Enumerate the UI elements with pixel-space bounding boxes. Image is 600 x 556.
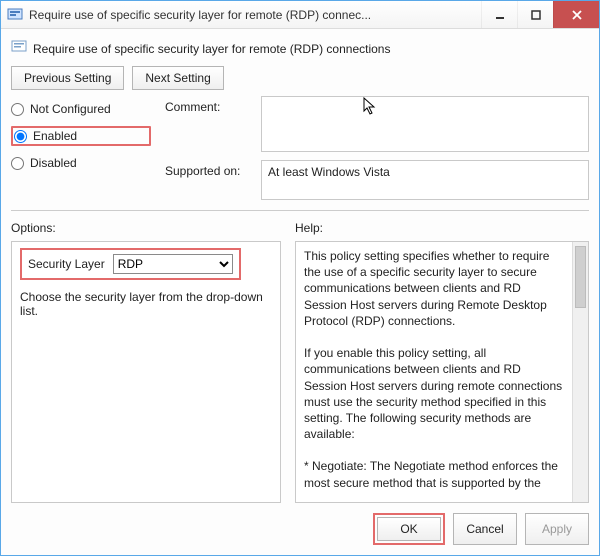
radio-not-configured-input[interactable] <box>11 103 24 116</box>
help-column: Help: This policy setting specifies whet… <box>295 221 589 503</box>
comment-label: Comment: <box>165 96 251 114</box>
nav-row: Previous Setting Next Setting <box>11 66 589 90</box>
close-button[interactable] <box>553 1 599 28</box>
window-title: Require use of specific security layer f… <box>29 8 481 22</box>
previous-setting-button[interactable]: Previous Setting <box>11 66 124 90</box>
maximize-button[interactable] <box>517 1 553 28</box>
radio-not-configured-label: Not Configured <box>30 102 111 116</box>
help-text[interactable]: This policy setting specifies whether to… <box>296 242 572 502</box>
radio-enabled[interactable]: Enabled <box>14 129 77 143</box>
options-header: Options: <box>11 221 281 235</box>
security-layer-row: Security Layer RDP <box>20 248 241 280</box>
apply-button[interactable]: Apply <box>525 513 589 545</box>
radio-enabled-label: Enabled <box>33 129 77 143</box>
ok-button[interactable]: OK <box>377 517 441 541</box>
security-layer-select[interactable]: RDP <box>113 254 233 274</box>
comment-textarea[interactable] <box>261 96 589 152</box>
security-layer-label: Security Layer <box>28 257 105 271</box>
app-icon <box>7 7 23 23</box>
radio-disabled-label: Disabled <box>30 156 77 170</box>
help-box: This policy setting specifies whether to… <box>295 241 589 503</box>
comment-row: Comment: <box>165 96 589 152</box>
policy-subheader: Require use of specific security layer f… <box>11 37 589 66</box>
dialog-footer: OK Cancel Apply <box>11 503 589 545</box>
radio-disabled-input[interactable] <box>11 157 24 170</box>
next-setting-button[interactable]: Next Setting <box>132 66 223 90</box>
policy-subheader-title: Require use of specific security layer f… <box>33 42 390 56</box>
help-scrollbar[interactable] <box>572 242 588 502</box>
options-column: Options: Security Layer RDP Choose the s… <box>11 221 281 503</box>
state-radio-group: Not Configured Enabled Disabled <box>11 96 151 200</box>
supported-row: Supported on: At least Windows Vista <box>165 160 589 200</box>
options-hint: Choose the security layer from the drop-… <box>12 286 280 322</box>
minimize-button[interactable] <box>481 1 517 28</box>
upper-panel: Not Configured Enabled Disabled Comment: <box>11 96 589 211</box>
options-box: Security Layer RDP Choose the security l… <box>11 241 281 503</box>
lower-panel: Options: Security Layer RDP Choose the s… <box>11 221 589 503</box>
supported-on-box: At least Windows Vista <box>261 160 589 200</box>
help-header: Help: <box>295 221 589 235</box>
window-controls <box>481 1 599 28</box>
radio-enabled-input[interactable] <box>14 130 27 143</box>
supported-on-value: At least Windows Vista <box>268 165 390 179</box>
titlebar[interactable]: Require use of specific security layer f… <box>1 1 599 29</box>
client-area: Require use of specific security layer f… <box>1 29 599 555</box>
radio-enabled-highlight: Enabled <box>11 126 151 146</box>
close-icon <box>571 9 583 21</box>
policy-subheader-icon <box>11 39 27 58</box>
gpo-dialog-window: Require use of specific security layer f… <box>0 0 600 556</box>
ok-highlight: OK <box>373 513 445 545</box>
cancel-button[interactable]: Cancel <box>453 513 517 545</box>
supported-label: Supported on: <box>165 160 251 178</box>
minimize-icon <box>495 10 505 20</box>
upper-right-column: Comment: Supported on: At least Windows … <box>165 96 589 200</box>
radio-disabled[interactable]: Disabled <box>11 156 151 170</box>
radio-not-configured[interactable]: Not Configured <box>11 102 151 116</box>
maximize-icon <box>531 10 541 20</box>
